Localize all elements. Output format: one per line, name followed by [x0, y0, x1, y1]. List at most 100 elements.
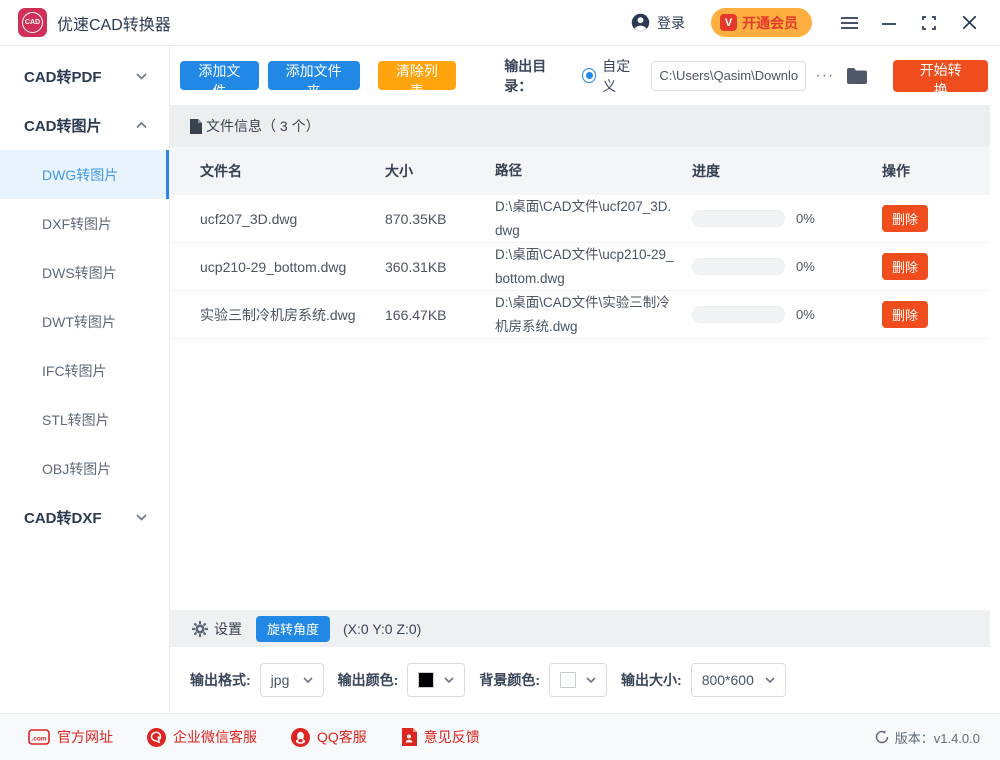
login-button[interactable]: 登录 [631, 13, 685, 33]
column-header-action: 操作 [882, 161, 990, 181]
empty-file-area [170, 339, 1000, 610]
add-folder-button[interactable]: 添加文件夹 [268, 61, 360, 90]
output-format-value: jpg [271, 672, 290, 688]
wechat-icon [147, 728, 166, 747]
official-site-link[interactable]: .com 官方网址 [28, 727, 113, 747]
sidebar-group-cad-to-dxf[interactable]: CAD转DXF [0, 493, 169, 542]
progress-value: 0% [796, 307, 815, 322]
column-header-size: 大小 [385, 161, 495, 181]
delete-button[interactable]: 删除 [882, 253, 928, 280]
chevron-down-icon [444, 677, 454, 683]
vip-label: 开通会员 [742, 13, 798, 33]
output-size-label: 输出大小: [621, 670, 682, 690]
app-logo-icon: CAD [18, 8, 47, 37]
file-name: 实验三制冷机房系统.dwg [170, 304, 385, 326]
output-format-select[interactable]: jpg [260, 663, 324, 697]
chevron-down-icon [303, 677, 313, 683]
output-format-label: 输出格式: [190, 670, 251, 690]
folder-icon [847, 68, 867, 84]
sidebar-item-dwt-to-image[interactable]: DWT转图片 [0, 297, 169, 346]
start-convert-button[interactable]: 开始转换 [893, 60, 988, 92]
column-header-path: 路径 [495, 159, 692, 183]
rotate-angle-button[interactable]: 旋转角度 [256, 616, 330, 642]
progress-bar [692, 258, 785, 275]
close-icon [963, 16, 976, 29]
browse-ellipsis-button[interactable]: ··· [815, 67, 834, 85]
custom-dir-radio[interactable]: 自定义 [582, 56, 641, 96]
sidebar-item-dwg-to-image[interactable]: DWG转图片 [0, 150, 169, 199]
sidebar-group-label: CAD转PDF [24, 66, 102, 87]
table-header: 文件名 大小 路径 进度 操作 [170, 147, 990, 195]
progress-value: 0% [796, 211, 815, 226]
login-label: 登录 [657, 13, 685, 33]
maximize-icon [922, 16, 936, 30]
file-name: ucp210-29_bottom.dwg [170, 256, 385, 278]
document-icon [190, 119, 202, 134]
version-info: 版本：v1.4.0.0 [875, 728, 980, 747]
chevron-down-icon [136, 73, 147, 80]
version-label: 版本：v1.4.0.0 [895, 728, 980, 747]
output-color-swatch [418, 672, 434, 688]
sidebar-group-label: CAD转图片 [24, 115, 102, 136]
progress-value: 0% [796, 259, 815, 274]
hamburger-icon [841, 16, 858, 30]
delete-button[interactable]: 删除 [882, 301, 928, 328]
output-options-row: 输出格式: jpg 输出颜色: 背景颜色: 输出大小: 800*600 [170, 647, 1000, 713]
sidebar: CAD转PDF CAD转图片 DWG转图片 DXF转图片 DWS转图片 DWT转… [0, 46, 170, 713]
file-info-bar: 文件信息（ 3 个） [170, 105, 990, 147]
qq-icon [291, 728, 310, 747]
wechat-service-label: 企业微信客服 [173, 727, 257, 747]
table-row: 实验三制冷机房系统.dwg 166.47KB D:\桌面\CAD文件\实验三制冷… [170, 291, 990, 339]
column-header-progress: 进度 [692, 161, 882, 181]
toolbar: 添加文件 添加文件夹 清除列表 输出目录： 自定义 ··· 开始转换 [170, 46, 1000, 105]
delete-button[interactable]: 删除 [882, 205, 928, 232]
file-size: 166.47KB [385, 307, 495, 323]
minimize-button[interactable] [876, 10, 902, 36]
open-folder-button[interactable] [847, 68, 867, 84]
sidebar-item-ifc-to-image[interactable]: IFC转图片 [0, 346, 169, 395]
output-color-label: 输出颜色: [338, 670, 399, 690]
sidebar-group-cad-to-image[interactable]: CAD转图片 [0, 101, 169, 150]
qq-service-label: QQ客服 [317, 727, 367, 747]
main-panel: 添加文件 添加文件夹 清除列表 输出目录： 自定义 ··· 开始转换 [170, 46, 1000, 713]
feedback-link[interactable]: 意见反馈 [401, 727, 480, 747]
wechat-service-link[interactable]: 企业微信客服 [147, 727, 257, 747]
add-file-button[interactable]: 添加文件 [180, 61, 259, 90]
sidebar-item-stl-to-image[interactable]: STL转图片 [0, 395, 169, 444]
output-path-input[interactable] [651, 61, 806, 91]
app-logo-text: CAD [22, 12, 43, 33]
vip-upgrade-button[interactable]: V 开通会员 [711, 8, 812, 37]
svg-text:.com: .com [31, 736, 46, 743]
radio-selected-icon [582, 68, 596, 83]
sidebar-item-obj-to-image[interactable]: OBJ转图片 [0, 444, 169, 493]
output-dir-label: 输出目录： [504, 56, 570, 96]
output-size-select[interactable]: 800*600 [691, 663, 786, 697]
custom-dir-radio-label: 自定义 [602, 56, 641, 96]
gear-icon [192, 621, 208, 637]
vip-icon: V [720, 14, 737, 31]
progress-bar [692, 210, 785, 227]
sidebar-group-cad-to-pdf[interactable]: CAD转PDF [0, 52, 169, 101]
feedback-label: 意见反馈 [424, 727, 480, 747]
user-icon [631, 13, 650, 32]
settings-label: 设置 [214, 619, 242, 639]
output-size-value: 800*600 [702, 672, 754, 688]
file-name: ucf207_3D.dwg [170, 208, 385, 230]
sidebar-item-dws-to-image[interactable]: DWS转图片 [0, 248, 169, 297]
clear-list-button[interactable]: 清除列表 [378, 61, 457, 90]
background-color-select[interactable] [549, 663, 607, 697]
sidebar-item-dxf-to-image[interactable]: DXF转图片 [0, 199, 169, 248]
rotation-value: (X:0 Y:0 Z:0) [343, 621, 421, 637]
chevron-up-icon [136, 122, 147, 129]
file-size: 870.35KB [385, 211, 495, 227]
official-site-label: 官方网址 [57, 727, 113, 747]
qq-service-link[interactable]: QQ客服 [291, 727, 367, 747]
chevron-down-icon [136, 514, 147, 521]
menu-button[interactable] [836, 10, 862, 36]
maximize-button[interactable] [916, 10, 942, 36]
background-color-label: 背景颜色: [479, 670, 540, 690]
file-path: D:\桌面\CAD文件\实验三制冷机房系统.dwg [495, 291, 692, 339]
output-color-select[interactable] [407, 663, 465, 697]
close-button[interactable] [956, 10, 982, 36]
footer: .com 官方网址 企业微信客服 QQ客服 意见反馈 [0, 713, 1000, 760]
